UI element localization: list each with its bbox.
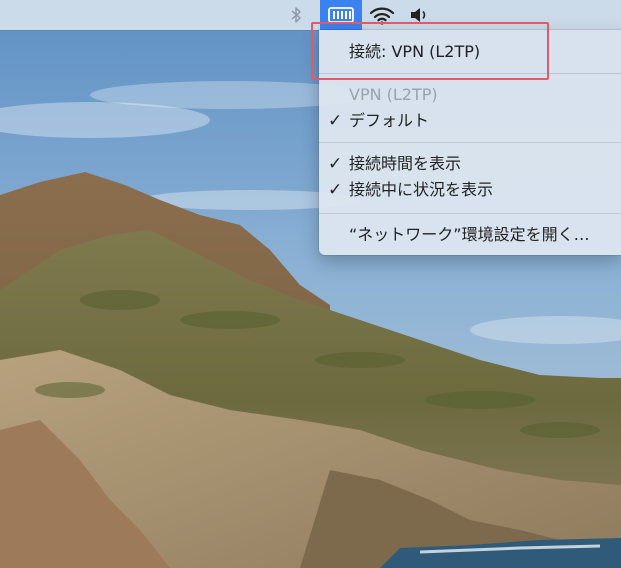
- bluetooth-icon[interactable]: [282, 0, 310, 30]
- open-network-prefs-label: “ネットワーク”環境設定を開く…: [349, 225, 590, 244]
- connect-vpn-label: 接続: VPN (L2TP): [349, 42, 481, 61]
- default-config-item[interactable]: ✓ デフォルト: [319, 108, 621, 134]
- vpn-config-header: VPN (L2TP): [319, 82, 621, 108]
- show-status-item[interactable]: ✓ 接続中に状況を表示: [319, 177, 621, 203]
- menu-separator: [319, 142, 621, 143]
- connect-vpn-item[interactable]: 接続: VPN (L2TP): [319, 39, 621, 65]
- show-status-label: 接続中に状況を表示: [349, 180, 494, 199]
- wifi-icon[interactable]: [366, 0, 398, 30]
- show-connect-time-label: 接続時間を表示: [349, 154, 462, 173]
- menu-separator: [319, 213, 621, 214]
- default-config-label: デフォルト: [349, 111, 430, 130]
- checkmark-icon: ✓: [328, 154, 343, 174]
- volume-icon[interactable]: [406, 0, 432, 30]
- vpn-dropdown-menu: 接続: VPN (L2TP) VPN (L2TP) ✓ デフォルト ✓ 接続時間…: [319, 30, 621, 255]
- checkmark-icon: ✓: [328, 180, 343, 200]
- checkmark-icon: ✓: [328, 111, 343, 131]
- vpn-status-icon[interactable]: [320, 0, 362, 30]
- show-connect-time-item[interactable]: ✓ 接続時間を表示: [319, 151, 621, 177]
- open-network-prefs-item[interactable]: “ネットワーク”環境設定を開く…: [319, 222, 621, 248]
- menu-bar: [0, 0, 621, 30]
- vpn-config-header-label: VPN (L2TP): [349, 85, 438, 104]
- menu-separator: [319, 73, 621, 74]
